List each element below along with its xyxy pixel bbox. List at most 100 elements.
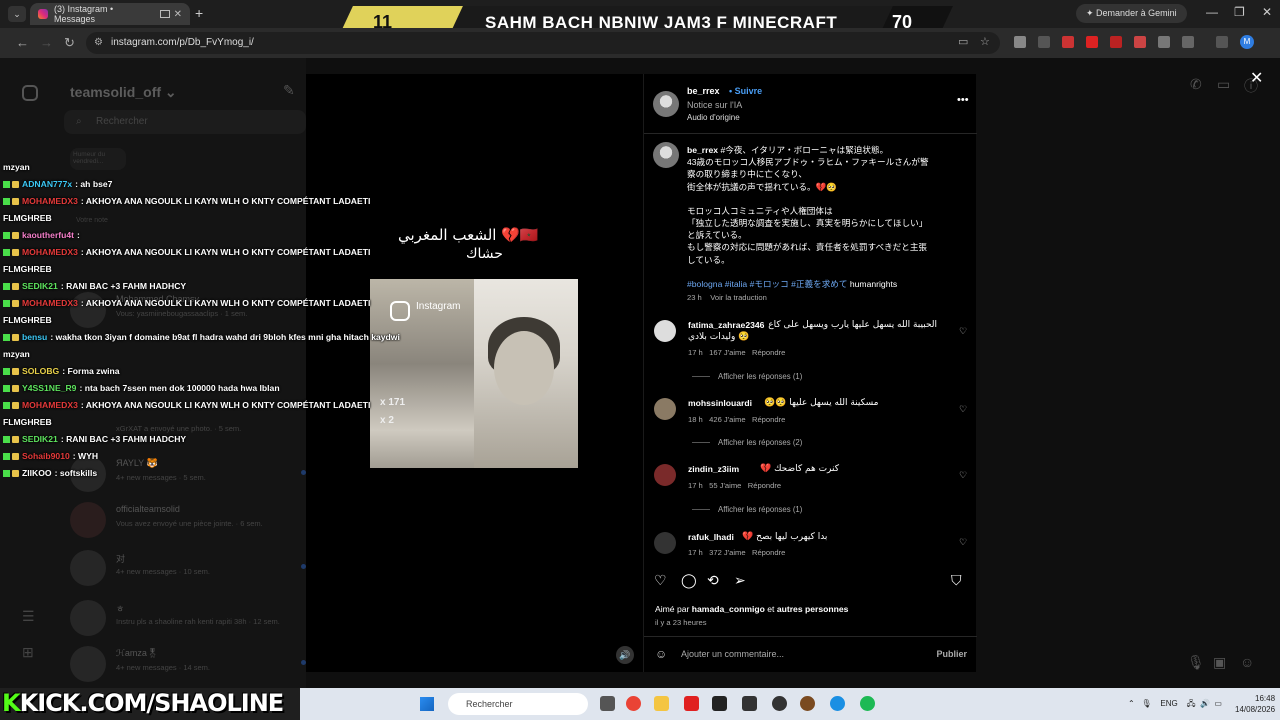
system-tray[interactable]: ⌃ 🎙 ENG 🖧 🔊 ▭	[1128, 698, 1222, 712]
gemini-button[interactable]: ✦ Demander à Gemini	[1076, 4, 1187, 23]
extension-icon[interactable]	[1110, 36, 1122, 48]
liked-others[interactable]: autres personnes	[777, 604, 849, 614]
reply-link[interactable]: Répondre	[752, 348, 785, 357]
dm-search-input[interactable]: ⌕ Rechercher	[64, 110, 306, 134]
like-comment-heart-icon[interactable]: ♡	[959, 404, 967, 415]
menu-icon[interactable]: ☰	[22, 608, 35, 625]
comment-likes[interactable]: 55 J'aime	[709, 481, 741, 490]
video-call-icon[interactable]: ▭	[1217, 76, 1230, 93]
comment-likes[interactable]: 372 J'aime	[709, 548, 746, 557]
apps-grid-icon[interactable]: ⊞	[22, 644, 34, 661]
phone-call-icon[interactable]: ✆	[1190, 76, 1202, 93]
speaker-icon[interactable]: 🔊	[616, 646, 634, 664]
instagram-logo-icon[interactable]	[22, 85, 38, 101]
profile-avatar[interactable]: M	[1240, 35, 1254, 49]
tab-close-icon[interactable]: ✕	[174, 9, 182, 20]
image-icon[interactable]: ▣	[1213, 654, 1226, 671]
view-replies-link[interactable]: Afficher les réponses (1)	[692, 372, 802, 381]
new-message-icon[interactable]: ✎	[283, 82, 295, 99]
extensions-puzzle-icon[interactable]	[1182, 36, 1194, 48]
window-close-icon[interactable]: ✕	[1262, 5, 1272, 19]
author-avatar[interactable]	[653, 91, 679, 117]
browser-tab[interactable]: (3) Instagram • Messages ✕	[30, 3, 190, 25]
share-icon[interactable]: ➢	[734, 572, 746, 589]
commenter-avatar[interactable]	[654, 464, 676, 486]
dm-thread[interactable]: 对 4+ new messages · 10 sem.	[70, 548, 306, 588]
bookmark-star-icon[interactable]: ☆	[980, 35, 990, 48]
extension-icon[interactable]	[1086, 36, 1098, 48]
comment-likes[interactable]: 167 J'aime	[709, 348, 746, 357]
publish-button[interactable]: Publier	[936, 649, 967, 659]
post-media[interactable]: الشعب المغربي 💔🇲🇦 حشاك Instagram x 171 x…	[306, 74, 643, 672]
extension-icon[interactable]	[1158, 36, 1170, 48]
account-name[interactable]: teamsolid_off ⌄	[70, 84, 177, 101]
author-avatar[interactable]	[653, 142, 679, 168]
app-icon[interactable]	[742, 696, 757, 711]
clock[interactable]: 16:48 14/08/2026	[1235, 693, 1275, 715]
comment-username[interactable]: fatima_zahrae2346	[688, 320, 764, 330]
chrome-icon[interactable]	[626, 696, 641, 711]
author-username[interactable]: be_rrex	[687, 86, 720, 96]
edge-icon[interactable]	[830, 696, 845, 711]
view-replies-link[interactable]: Afficher les réponses (1)	[692, 505, 802, 514]
extension-icon[interactable]	[1014, 36, 1026, 48]
like-comment-heart-icon[interactable]: ♡	[959, 537, 967, 548]
back-arrow-icon[interactable]: ←	[16, 35, 29, 50]
extension-icon[interactable]	[1062, 36, 1074, 48]
hashtags[interactable]: #bologna #italia #モロッコ #正義を求めて	[687, 279, 847, 289]
more-options-icon[interactable]: •••	[957, 94, 969, 106]
comment-input[interactable]: Ajouter un commentaire...	[681, 649, 784, 659]
new-tab-icon[interactable]: +	[195, 5, 203, 21]
extension-icon[interactable]	[1038, 36, 1050, 48]
audio-label[interactable]: Audio d'origine	[687, 113, 740, 122]
reply-link[interactable]: Répondre	[752, 415, 785, 424]
maximize-icon[interactable]: ❐	[1234, 5, 1245, 19]
reply-link[interactable]: Répondre	[752, 548, 785, 557]
comment-username[interactable]: zindin_z3iim	[688, 464, 739, 474]
liked-user[interactable]: hamada_conmigo	[692, 604, 765, 614]
follow-button[interactable]: • Suivre	[729, 86, 762, 96]
tab-list-chevron-icon[interactable]: ⌄	[8, 6, 26, 22]
cast-icon[interactable]: ▭	[958, 35, 968, 48]
dm-thread[interactable]: officialteamsolid Vous avez envoyé une p…	[70, 500, 306, 540]
reading-list-icon[interactable]	[1216, 36, 1228, 48]
app-icon[interactable]	[800, 696, 815, 711]
commenter-avatar[interactable]	[654, 398, 676, 420]
file-icon[interactable]	[600, 696, 615, 711]
spotify-icon[interactable]	[860, 696, 875, 711]
app-icon[interactable]	[772, 696, 787, 711]
caption-username[interactable]: be_rrex	[687, 145, 718, 155]
minimize-icon[interactable]: —	[1206, 5, 1218, 19]
taskbar-search[interactable]: Rechercher	[448, 693, 588, 715]
commenter-avatar[interactable]	[654, 532, 676, 554]
comment-likes[interactable]: 426 J'aime	[709, 415, 746, 424]
dm-thread[interactable]: xGrXAT a envoyé une photo. · 5 sem.	[70, 410, 306, 450]
url-field[interactable]: ⚙ instagram.com/p/Db_FvYmog_i/	[86, 32, 1000, 54]
dm-thread[interactable]: ЯAYLY 🐯 4+ new messages · 5 sem.	[70, 454, 306, 494]
ai-notice[interactable]: Notice sur l'IA	[687, 100, 742, 110]
forward-arrow-icon[interactable]: →	[40, 35, 53, 50]
dm-thread[interactable]: Mohammed Chamsy Vous: yasmiinebougassaac…	[70, 290, 306, 330]
youtube-icon[interactable]	[684, 696, 699, 711]
comment-username[interactable]: rafuk_lhadi	[688, 532, 734, 542]
windows-start-icon[interactable]	[420, 697, 434, 711]
emoji-icon[interactable]: ☺	[655, 647, 667, 661]
language-indicator[interactable]: ENG	[1160, 699, 1177, 708]
comment-username[interactable]: mohssinlouardi	[688, 398, 752, 408]
reload-icon[interactable]: ↻	[64, 35, 75, 51]
repost-icon[interactable]: ⟲	[707, 572, 719, 589]
dm-thread[interactable]: ㅎ Instru pls a shaoline rah kenti rapiti…	[70, 598, 306, 638]
netflix-icon[interactable]	[712, 696, 727, 711]
commenter-avatar[interactable]	[654, 320, 676, 342]
note-bubble[interactable]: Humeur du vendredi...	[70, 148, 126, 170]
sticker-icon[interactable]: ☺	[1240, 654, 1254, 670]
like-heart-icon[interactable]: ♡	[654, 572, 667, 589]
see-translation-link[interactable]: Voir la traduction	[710, 293, 767, 302]
save-bookmark-icon[interactable]: ⛉	[951, 572, 962, 589]
view-replies-link[interactable]: Afficher les réponses (2)	[692, 438, 802, 447]
like-comment-heart-icon[interactable]: ♡	[959, 470, 967, 481]
extension-icon[interactable]	[1134, 36, 1146, 48]
site-info-icon[interactable]: ⚙	[94, 32, 103, 54]
reply-link[interactable]: Répondre	[748, 481, 781, 490]
dm-thread[interactable]: ℋamza🎖 4+ new messages · 14 sem.	[70, 644, 306, 684]
